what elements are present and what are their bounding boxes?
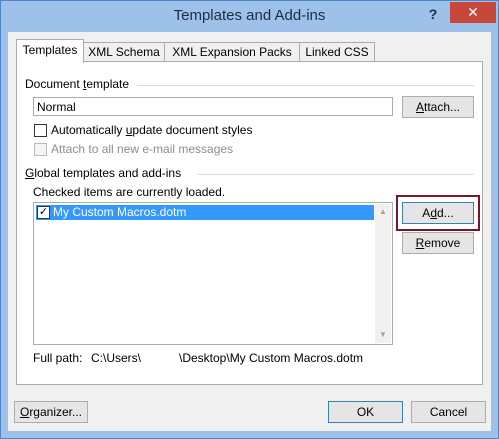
tab-linked-css[interactable]: Linked CSS: [299, 42, 375, 62]
help-button[interactable]: ?: [423, 4, 443, 24]
attach-email-checkbox: [34, 143, 47, 156]
list-item[interactable]: ✓ My Custom Macros.dotm: [36, 205, 374, 220]
list-item-label: My Custom Macros.dotm: [53, 205, 187, 219]
attach-email-label: Attach to all new e-mail messages: [51, 142, 234, 156]
remove-button[interactable]: Remove: [402, 232, 474, 254]
auto-update-label: Automatically update document styles: [51, 123, 253, 137]
full-path-label: Full path:: [33, 351, 83, 365]
global-templates-group-divider: [197, 174, 474, 175]
document-template-group-divider: [137, 85, 474, 86]
auto-update-checkbox[interactable]: [34, 124, 47, 137]
tab-xml-expansion-packs[interactable]: XML Expansion Packs: [164, 42, 300, 62]
document-template-group-label: Document template: [25, 77, 130, 91]
full-path-value-end: \Desktop\My Custom Macros.dotm: [179, 351, 364, 365]
close-button[interactable]: ✕: [450, 2, 496, 23]
title-bar[interactable]: Templates and Add-ins ? ✕: [1, 1, 498, 32]
global-templates-group-label: Global templates and add-ins: [25, 166, 182, 180]
templates-tab-panel: Document template Normal Attach... Autom…: [16, 61, 483, 385]
full-path-value-start: C:\Users\: [91, 351, 142, 365]
scroll-down-icon[interactable]: ▼: [375, 327, 391, 343]
dialog-body: Templates XML Schema XML Expansion Packs…: [8, 32, 491, 431]
global-templates-list[interactable]: ✓ My Custom Macros.dotm ▲ ▼: [33, 202, 393, 345]
tab-templates[interactable]: Templates: [16, 39, 84, 63]
attach-button[interactable]: Attach...: [402, 96, 474, 118]
document-template-field[interactable]: Normal: [33, 97, 393, 116]
close-icon: ✕: [467, 4, 479, 20]
ok-button[interactable]: OK: [328, 401, 403, 423]
templates-and-addins-dialog: Templates and Add-ins ? ✕ Templates XML …: [0, 0, 499, 439]
add-button[interactable]: Add...: [402, 202, 474, 224]
organizer-button[interactable]: Organizer...: [14, 401, 88, 423]
scroll-up-icon[interactable]: ▲: [375, 204, 391, 220]
loaded-items-hint: Checked items are currently loaded.: [33, 185, 226, 199]
checkmark-icon: ✓: [38, 206, 49, 218]
cancel-button[interactable]: Cancel: [411, 401, 486, 423]
tab-xml-schema[interactable]: XML Schema: [83, 42, 165, 62]
list-scrollbar[interactable]: ▲ ▼: [375, 204, 391, 343]
list-item-checkbox[interactable]: ✓: [37, 206, 50, 219]
